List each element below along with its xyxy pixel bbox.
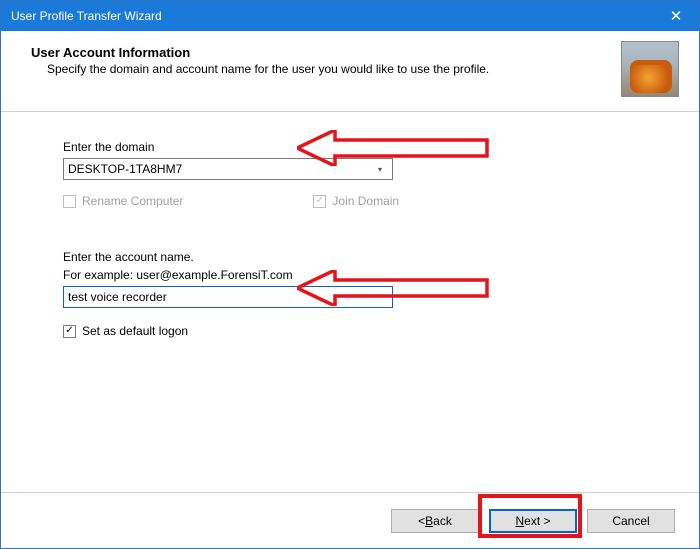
form-area: Enter the domain DESKTOP-1TA8HM7 ▾ Renam… [1, 112, 699, 492]
join-domain-checkbox: ✓ Join Domain [313, 194, 399, 208]
domain-section: Enter the domain DESKTOP-1TA8HM7 ▾ Renam… [63, 140, 669, 208]
back-button[interactable]: < Back [391, 509, 479, 533]
default-logon-label: Set as default logon [82, 324, 188, 338]
account-section: Enter the account name. For example: use… [63, 250, 669, 308]
domain-combo[interactable]: DESKTOP-1TA8HM7 ▾ [63, 158, 393, 180]
account-name-input[interactable] [63, 286, 393, 308]
header-image [621, 41, 679, 97]
header: User Account Information Specify the dom… [1, 31, 699, 111]
rename-computer-checkbox: Rename Computer [63, 194, 183, 208]
titlebar: User Profile Transfer Wizard ✕ [1, 1, 699, 31]
close-icon[interactable]: ✕ [653, 1, 699, 31]
account-label-2: For example: user@example.ForensiT.com [63, 268, 669, 282]
chevron-down-icon[interactable]: ▾ [372, 165, 388, 174]
window-title: User Profile Transfer Wizard [11, 9, 162, 23]
button-row: < Back Next > Cancel [1, 492, 699, 548]
client-area: User Account Information Specify the dom… [1, 31, 699, 548]
next-button[interactable]: Next > [489, 509, 577, 533]
default-logon-checkbox[interactable]: ✓ Set as default logon [63, 324, 669, 338]
rename-computer-label: Rename Computer [82, 194, 183, 208]
domain-value: DESKTOP-1TA8HM7 [68, 162, 372, 176]
join-domain-label: Join Domain [332, 194, 399, 208]
account-label-1: Enter the account name. [63, 250, 669, 264]
checkbox-icon: ✓ [63, 325, 76, 338]
cancel-button[interactable]: Cancel [587, 509, 675, 533]
default-logon-row: ✓ Set as default logon [63, 324, 669, 338]
page-subtitle: Specify the domain and account name for … [47, 62, 527, 78]
checkbox-icon: ✓ [313, 195, 326, 208]
checkbox-icon [63, 195, 76, 208]
page-title: User Account Information [31, 45, 621, 60]
wizard-window: User Profile Transfer Wizard ✕ User Acco… [0, 0, 700, 549]
domain-label: Enter the domain [63, 140, 669, 154]
